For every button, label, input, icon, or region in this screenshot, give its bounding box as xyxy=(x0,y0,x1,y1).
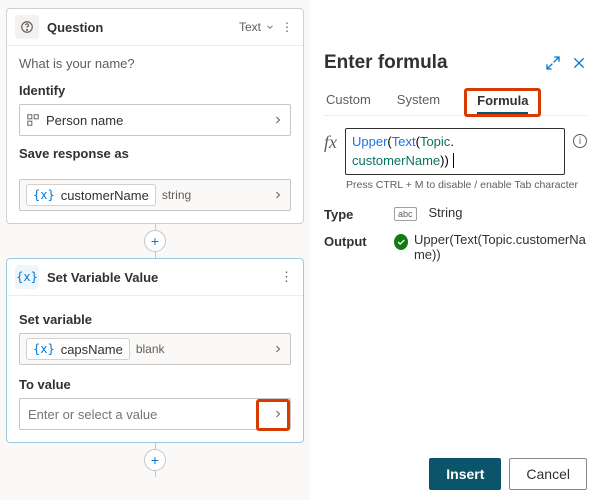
question-type-label[interactable]: Text xyxy=(239,20,261,34)
tab-formula[interactable]: Formula xyxy=(477,93,528,108)
variable-type-caps: blank xyxy=(136,342,165,356)
save-as-selector[interactable]: {x} customerName string xyxy=(19,179,291,211)
question-icon xyxy=(15,15,39,39)
variable-chip: {x} customerName xyxy=(26,184,156,206)
type-label: Type xyxy=(324,205,394,222)
formula-panel: Enter formula Custom System Formula fx U… xyxy=(310,0,601,500)
formula-hint: Press CTRL + M to disable / enable Tab c… xyxy=(346,179,587,191)
close-icon[interactable] xyxy=(571,55,587,71)
variable-node-icon: {x} xyxy=(15,265,39,289)
string-type-icon: abc xyxy=(394,207,417,221)
chevron-right-icon xyxy=(272,343,284,355)
variable-icon: {x} xyxy=(33,342,55,356)
add-node-button[interactable]: + xyxy=(144,230,166,252)
save-as-label: Save response as xyxy=(19,146,291,161)
question-title: Question xyxy=(47,20,239,35)
set-variable-selector[interactable]: {x} capsName blank xyxy=(19,333,291,365)
success-icon xyxy=(394,234,408,250)
to-value-input[interactable] xyxy=(26,406,272,423)
question-node: Question Text ⋮ What is your name? Ident… xyxy=(6,8,304,224)
tab-system[interactable]: System xyxy=(395,84,442,115)
identify-value: Person name xyxy=(46,113,123,128)
chevron-down-icon[interactable] xyxy=(265,22,275,32)
set-variable-label: Set variable xyxy=(19,312,291,327)
variable-type: string xyxy=(162,188,191,202)
identify-label: Identify xyxy=(19,83,291,98)
highlight-tab-formula: Formula xyxy=(464,88,541,117)
chevron-right-icon xyxy=(272,114,284,126)
output-value: Upper(Text(Topic.customerName)) xyxy=(414,232,587,262)
type-value: String xyxy=(429,205,463,220)
tab-custom[interactable]: Custom xyxy=(324,84,373,115)
setvar-title: Set Variable Value xyxy=(47,270,278,285)
to-value-picker-button[interactable] xyxy=(272,408,284,420)
variable-name: customerName xyxy=(61,188,149,203)
chevron-right-icon xyxy=(272,189,284,201)
entity-icon xyxy=(26,113,40,127)
variable-icon: {x} xyxy=(33,188,55,202)
variable-name-caps: capsName xyxy=(61,342,123,357)
add-node-button-2[interactable]: + xyxy=(144,449,166,471)
info-icon[interactable]: i xyxy=(573,134,587,148)
identify-selector[interactable]: Person name xyxy=(19,104,291,136)
tab-bar: Custom System Formula xyxy=(324,84,587,116)
setvar-more-icon[interactable]: ⋮ xyxy=(278,269,295,285)
formula-input[interactable]: Upper(Text(Topic.customerName)) xyxy=(345,128,565,175)
insert-button[interactable]: Insert xyxy=(429,458,501,490)
variable-chip-caps: {x} capsName xyxy=(26,338,130,360)
set-variable-node: {x} Set Variable Value ⋮ Set variable {x… xyxy=(6,258,304,443)
panel-title: Enter formula xyxy=(324,52,535,74)
expand-icon[interactable] xyxy=(545,55,561,71)
cancel-button[interactable]: Cancel xyxy=(509,458,587,490)
fx-icon: fx xyxy=(324,128,337,153)
output-label: Output xyxy=(324,232,394,249)
question-more-icon[interactable]: ⋮ xyxy=(279,20,295,34)
to-value-input-wrap xyxy=(19,398,291,430)
to-value-label: To value xyxy=(19,377,291,392)
question-prompt: What is your name? xyxy=(19,56,291,71)
